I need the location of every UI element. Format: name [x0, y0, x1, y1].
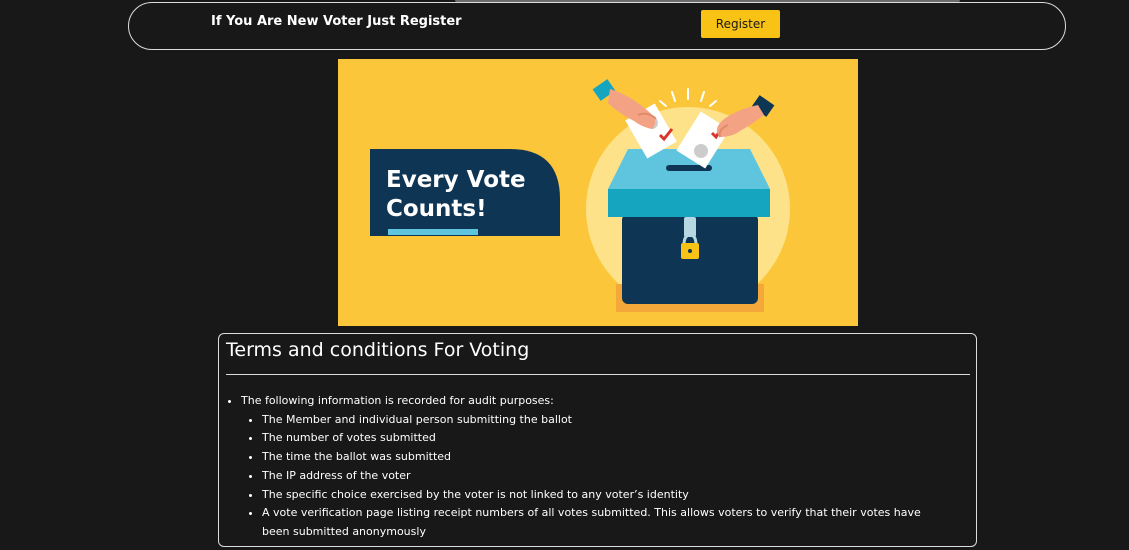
register-button[interactable]: Register [701, 10, 780, 38]
hand-icon [592, 79, 657, 129]
terms-intro-text: The following information is recorded fo… [241, 394, 554, 407]
list-item: The time the ballot was submitted [262, 448, 951, 467]
register-bar: If You Are New Voter Just Register Regis… [128, 2, 1066, 50]
terms-title: Terms and conditions For Voting [226, 339, 530, 361]
terms-sublist: The Member and individual person submitt… [241, 411, 951, 542]
banner-headline-line1: Every Vote [386, 167, 526, 193]
register-prompt: If You Are New Voter Just Register [211, 14, 462, 29]
list-item: The specific choice exercised by the vot… [262, 486, 951, 505]
ballot-box-icon [608, 149, 770, 312]
banner-illustration: Every Vote Counts! [370, 79, 790, 312]
terms-intro-item: The following information is recorded fo… [241, 392, 951, 542]
terms-list: The following information is recorded fo… [227, 392, 951, 542]
headline-underline [388, 229, 478, 235]
banner-headline-line2: Counts! [386, 196, 487, 222]
list-item: A vote verification page listing receipt… [262, 504, 951, 541]
terms-panel: Terms and conditions For Voting The foll… [218, 333, 977, 547]
list-item: The number of votes submitted [262, 429, 951, 448]
ray-lines [659, 88, 717, 107]
every-vote-counts-banner: Every Vote Counts! [338, 59, 858, 326]
terms-divider [226, 374, 970, 375]
list-item: The IP address of the voter [262, 467, 951, 486]
list-item: The Member and individual person submitt… [262, 411, 951, 430]
